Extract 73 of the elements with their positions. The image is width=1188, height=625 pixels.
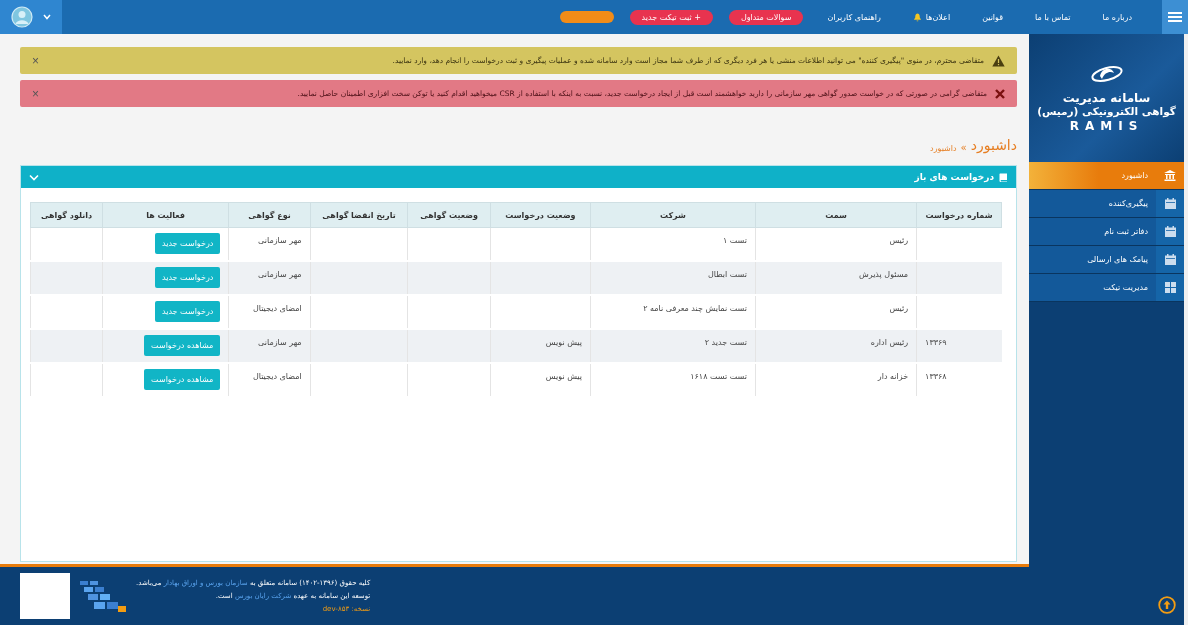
request-button[interactable]: مشاهده درخواست — [144, 335, 221, 356]
nav-link[interactable]: راهنمای کاربران — [811, 12, 897, 22]
sidebar-item[interactable]: داشبورد — [1029, 162, 1184, 190]
table-cell: تست ابطال — [707, 270, 747, 279]
calendar-icon — [1164, 198, 1176, 209]
account-pill-button[interactable] — [559, 11, 614, 23]
table-cell: ۱۳۳۶۹ — [925, 338, 947, 347]
panel-title: درخواست های باز — [914, 172, 994, 182]
page-title: داشبورد — [970, 137, 1017, 153]
table-cell: رئیس — [889, 236, 909, 245]
sidebar-item[interactable]: پیگیری‌کننده — [1029, 190, 1184, 218]
table-cell: تست تست ۱۶۱۸ — [690, 372, 747, 381]
grid-icon — [1164, 282, 1176, 293]
tiles-logo-icon — [78, 578, 128, 614]
bell-icon — [912, 12, 922, 22]
breadcrumb-separator: » — [960, 142, 967, 153]
bank-icon — [1164, 170, 1176, 181]
table-cell: ۱۳۳۶۸ — [925, 372, 947, 381]
nav-pill-button[interactable]: سوالات متداول — [728, 9, 804, 25]
sidebar-item[interactable]: مدیریت تیکت — [1029, 274, 1184, 302]
column-header: وضعیت درخواست — [490, 202, 591, 228]
menu-icon — [1168, 11, 1182, 23]
collapse-icon[interactable] — [29, 173, 39, 181]
table-cell: رئیس اداره — [870, 338, 909, 347]
logo-subtitle: گواهی الکترونیکی (رمیس) — [1037, 105, 1176, 117]
column-header: نوع گواهی — [228, 202, 311, 228]
nav-link[interactable]: قوانین — [966, 12, 1020, 22]
calendar-icon — [1164, 254, 1176, 265]
table-cell: مسئول پذیرش — [858, 270, 909, 279]
scroll-up-icon[interactable] — [1158, 596, 1176, 614]
logo-wordmark: RAMIS — [1069, 119, 1144, 133]
close-button[interactable]: × — [32, 53, 39, 68]
column-header: فعالیت ها — [102, 202, 229, 228]
column-header: شماره درخواست — [916, 202, 1002, 228]
nav-link[interactable]: تماس با ما — [1019, 12, 1087, 22]
table-cell: رئیس — [889, 304, 909, 313]
caret-icon[interactable] — [43, 14, 51, 20]
menu-button[interactable] — [1162, 0, 1188, 34]
logo-icon — [1089, 63, 1124, 85]
nav-pill-button[interactable]: + ثبت تیکت جدید — [629, 9, 713, 25]
logo-title: سامانه مدیریت — [1062, 91, 1151, 105]
table-cell: امضای دیجیتال — [252, 372, 302, 381]
column-header: سمت — [755, 202, 917, 228]
calendar-icon — [1164, 226, 1176, 237]
breadcrumb-link[interactable]: داشبورد — [930, 144, 957, 153]
column-header: وضعیت گواهی — [407, 202, 491, 228]
error-icon — [995, 88, 1005, 99]
footer-logo-box — [20, 573, 70, 619]
avatar-icon[interactable] — [11, 6, 33, 28]
table-cell: مهر سازمانی — [258, 236, 302, 245]
table-cell: تست نمایش چند معرفی نامه ۲ — [643, 304, 747, 313]
column-header: تاریخ انقضا گواهی — [310, 202, 408, 228]
notifications-link[interactable]: اعلان‌ها — [896, 12, 967, 22]
table-cell: تست ۱ — [722, 236, 747, 245]
sidebar-item[interactable]: دفاتر ثبت نام — [1029, 218, 1184, 246]
table-cell: مهر سازمانی — [258, 338, 302, 347]
table-cell: امضای دیجیتال — [252, 304, 302, 313]
table-cell: پیش نویس — [545, 338, 582, 347]
sidebar-item[interactable]: پیامک های ارسالی — [1029, 246, 1184, 274]
table-cell: خزانه دار — [877, 372, 909, 381]
close-button[interactable]: × — [32, 86, 39, 101]
column-header: شرکت — [590, 202, 756, 228]
nav-link[interactable]: درباره ما — [1086, 12, 1148, 22]
table-cell: تست جدید ۲ — [704, 338, 747, 347]
request-button[interactable]: مشاهده درخواست — [144, 369, 221, 390]
book-icon — [999, 172, 1008, 182]
request-button[interactable]: درخواست جدید — [154, 233, 221, 254]
warning-icon — [992, 54, 1005, 67]
table-cell: مهر سازمانی — [258, 270, 302, 279]
request-button[interactable]: درخواست جدید — [154, 267, 221, 288]
column-header: دانلود گواهی — [30, 202, 103, 228]
request-button[interactable]: درخواست جدید — [154, 301, 221, 322]
table-cell: پیش نویس — [545, 372, 582, 381]
